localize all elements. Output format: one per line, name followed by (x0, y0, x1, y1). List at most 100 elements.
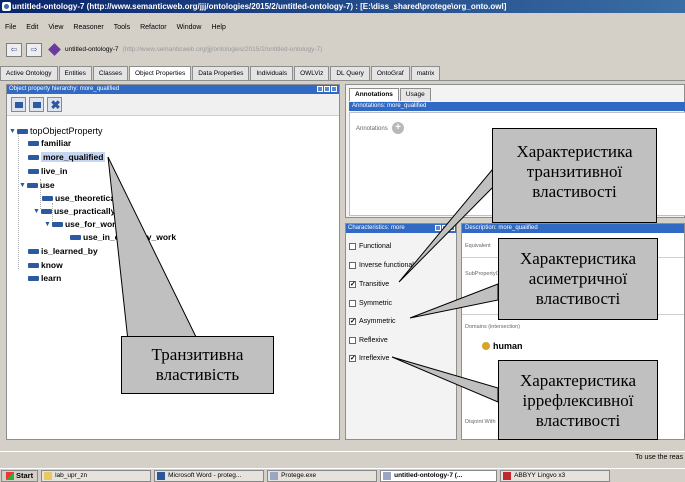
characteristic-symmetric[interactable]: Symmetric (349, 298, 392, 308)
forward-button[interactable]: ⇨ (26, 42, 42, 57)
tree-node-use-practically[interactable]: ▼ use_practically (33, 205, 115, 217)
expand-arrow-icon[interactable]: ▼ (9, 128, 16, 135)
window-title-bar[interactable]: untitled-ontology-7 (http://www.semantic… (0, 0, 685, 13)
characteristic-irreflexive[interactable]: ✓ Irreflexive (349, 353, 389, 363)
tree-node-live-in[interactable]: live_in (28, 165, 67, 177)
panel-maximize-icon[interactable] (324, 86, 330, 92)
callout-transitive-property: Транзитивна властивість (121, 336, 274, 394)
menu-file[interactable]: File (0, 22, 21, 34)
panel-maximize-icon[interactable] (442, 225, 448, 231)
menu-tools[interactable]: Tools (109, 22, 135, 34)
taskbar-item-word[interactable]: Microsoft Word - proteg... (154, 469, 265, 482)
taskbar-item-protege-exe[interactable]: Protege.exe (267, 469, 378, 482)
tab-active-ontology[interactable]: Active Ontology (0, 66, 58, 80)
taskbar-item-lab-upr-zn[interactable]: lab_upr_zn (41, 469, 152, 482)
add-sub-property-button[interactable] (11, 97, 26, 112)
domains-section-label: Domains (intersection) (465, 324, 521, 330)
back-arrow-icon: ⇦ (10, 45, 18, 54)
add-annotation-icon[interactable]: + (392, 122, 404, 134)
add-sub-property-icon (15, 102, 23, 108)
menu-bar: File Edit View Reasoner Tools Refactor W… (0, 22, 231, 34)
characteristic-inverse-functional[interactable]: Inverse functional (349, 260, 414, 270)
callout-irreflexive-characteristic: Характеристика іррефлексивної властивост… (498, 360, 658, 440)
windows-logo-icon (6, 471, 14, 480)
tab-data-properties[interactable]: Data Properties (192, 66, 250, 80)
object-property-icon (28, 275, 39, 281)
callout-asymmetric-characteristic: Характеристика асиметричної властивості (498, 238, 658, 320)
word-icon (157, 471, 166, 480)
tab-ontograf[interactable]: OntoGraf (370, 66, 410, 80)
characteristic-asymmetric[interactable]: ✓ Asymmetric (349, 316, 396, 326)
tab-individuals[interactable]: Individuals (250, 66, 294, 80)
annotations-tab-bar: Annotations Usage (349, 88, 432, 101)
functional-checkbox[interactable] (349, 242, 356, 250)
expand-arrow-icon[interactable]: ▼ (44, 221, 51, 228)
tab-divider (0, 80, 685, 81)
tab-annotations[interactable]: Annotations (349, 88, 399, 101)
characteristic-transitive[interactable]: ✓ Transitive (349, 279, 389, 289)
panel-close-icon[interactable] (449, 225, 455, 231)
window-title: untitled-ontology-7 (http://www.semantic… (12, 2, 507, 11)
panel-float-icon[interactable] (435, 225, 441, 231)
tree-node-is-learned-by[interactable]: is_learned_by (28, 245, 98, 257)
folder-icon (44, 471, 53, 480)
tree-node-use-theoretically[interactable]: use_theoretically (42, 192, 124, 204)
tab-dl-query[interactable]: DL Query (330, 66, 370, 80)
characteristics-title: Characteristics: more (348, 225, 405, 231)
inverse-functional-checkbox[interactable] (349, 261, 356, 269)
irreflexive-checkbox[interactable]: ✓ (349, 354, 356, 362)
characteristics-header: Characteristics: more (346, 224, 456, 233)
menu-refactor[interactable]: Refactor (135, 22, 171, 34)
characteristic-functional[interactable]: Functional (349, 241, 391, 251)
panel-float-icon[interactable] (317, 86, 323, 92)
tree-node-know[interactable]: know (28, 259, 63, 271)
object-property-icon (28, 154, 39, 160)
domain-class-human[interactable]: human (482, 341, 523, 351)
object-property-icon (40, 208, 52, 214)
expand-arrow-icon[interactable]: ▼ (19, 182, 26, 189)
disjoint-section-label: Disjoint With (465, 419, 496, 425)
menu-window[interactable]: Window (172, 22, 207, 34)
tab-entities[interactable]: Entities (58, 66, 92, 80)
hierarchy-title: Object property hierarchy: more_qualifie… (9, 86, 120, 92)
tree-node-familiar[interactable]: familiar (28, 137, 71, 149)
ontology-name[interactable]: untitled-ontology-7 (65, 46, 118, 53)
tree-node-more-qualified[interactable]: more_qualified (28, 151, 106, 163)
characteristic-reflexive[interactable]: Reflexive (349, 335, 388, 345)
back-button[interactable]: ⇦ (6, 42, 22, 57)
taskbar-item-abbyy-lingvo[interactable]: ABBYY Lingvo x3 (500, 469, 611, 482)
tab-usage[interactable]: Usage (399, 88, 431, 101)
start-button[interactable]: Start (1, 469, 39, 482)
expand-arrow-icon[interactable]: ▼ (33, 208, 40, 215)
asymmetric-checkbox[interactable]: ✓ (349, 317, 356, 325)
tree-node-use-for-work[interactable]: ▼ use_for_work (44, 218, 120, 230)
tab-matrix[interactable]: matrix (410, 66, 441, 80)
reflexive-checkbox[interactable] (349, 336, 356, 344)
tree-node-use[interactable]: ▼ use (19, 179, 55, 191)
object-property-icon (28, 168, 39, 174)
tab-object-properties[interactable]: Object Properties (128, 66, 192, 80)
tab-classes[interactable]: Classes (92, 66, 128, 80)
menu-view[interactable]: View (43, 22, 68, 34)
taskbar-item-untitled-ontology[interactable]: untitled-ontology-7 (... (380, 469, 498, 482)
delete-icon: ✖ (50, 98, 61, 112)
annotations-header: Annotations: more_qualified (349, 102, 685, 111)
panel-close-icon[interactable] (331, 86, 337, 92)
menu-edit[interactable]: Edit (21, 22, 43, 34)
status-text: To use the reas (635, 454, 683, 461)
annotations-label: Annotations (356, 126, 388, 132)
delete-property-button[interactable]: ✖ (47, 97, 62, 112)
main-tab-bar: Active Ontology Entities Classes Object … (0, 66, 441, 80)
ontology-address-bar: ⇦ ⇨ untitled-ontology-7 (http://www.sema… (6, 41, 685, 58)
add-sibling-property-button[interactable] (29, 97, 44, 112)
object-property-icon (26, 182, 38, 188)
tree-node-topobjectproperty[interactable]: ▼ topObjectProperty (9, 125, 102, 137)
menu-reasoner[interactable]: Reasoner (68, 22, 108, 34)
tree-node-use-in-everyday-work[interactable]: use_in_everyday_work (70, 231, 176, 243)
symmetric-checkbox[interactable] (349, 299, 356, 307)
tab-owlviz[interactable]: OWLViz (294, 66, 330, 80)
menu-help[interactable]: Help (206, 22, 230, 34)
transitive-checkbox[interactable]: ✓ (349, 280, 356, 288)
panel-window-controls (435, 225, 455, 231)
tree-node-learn[interactable]: learn (28, 272, 61, 284)
